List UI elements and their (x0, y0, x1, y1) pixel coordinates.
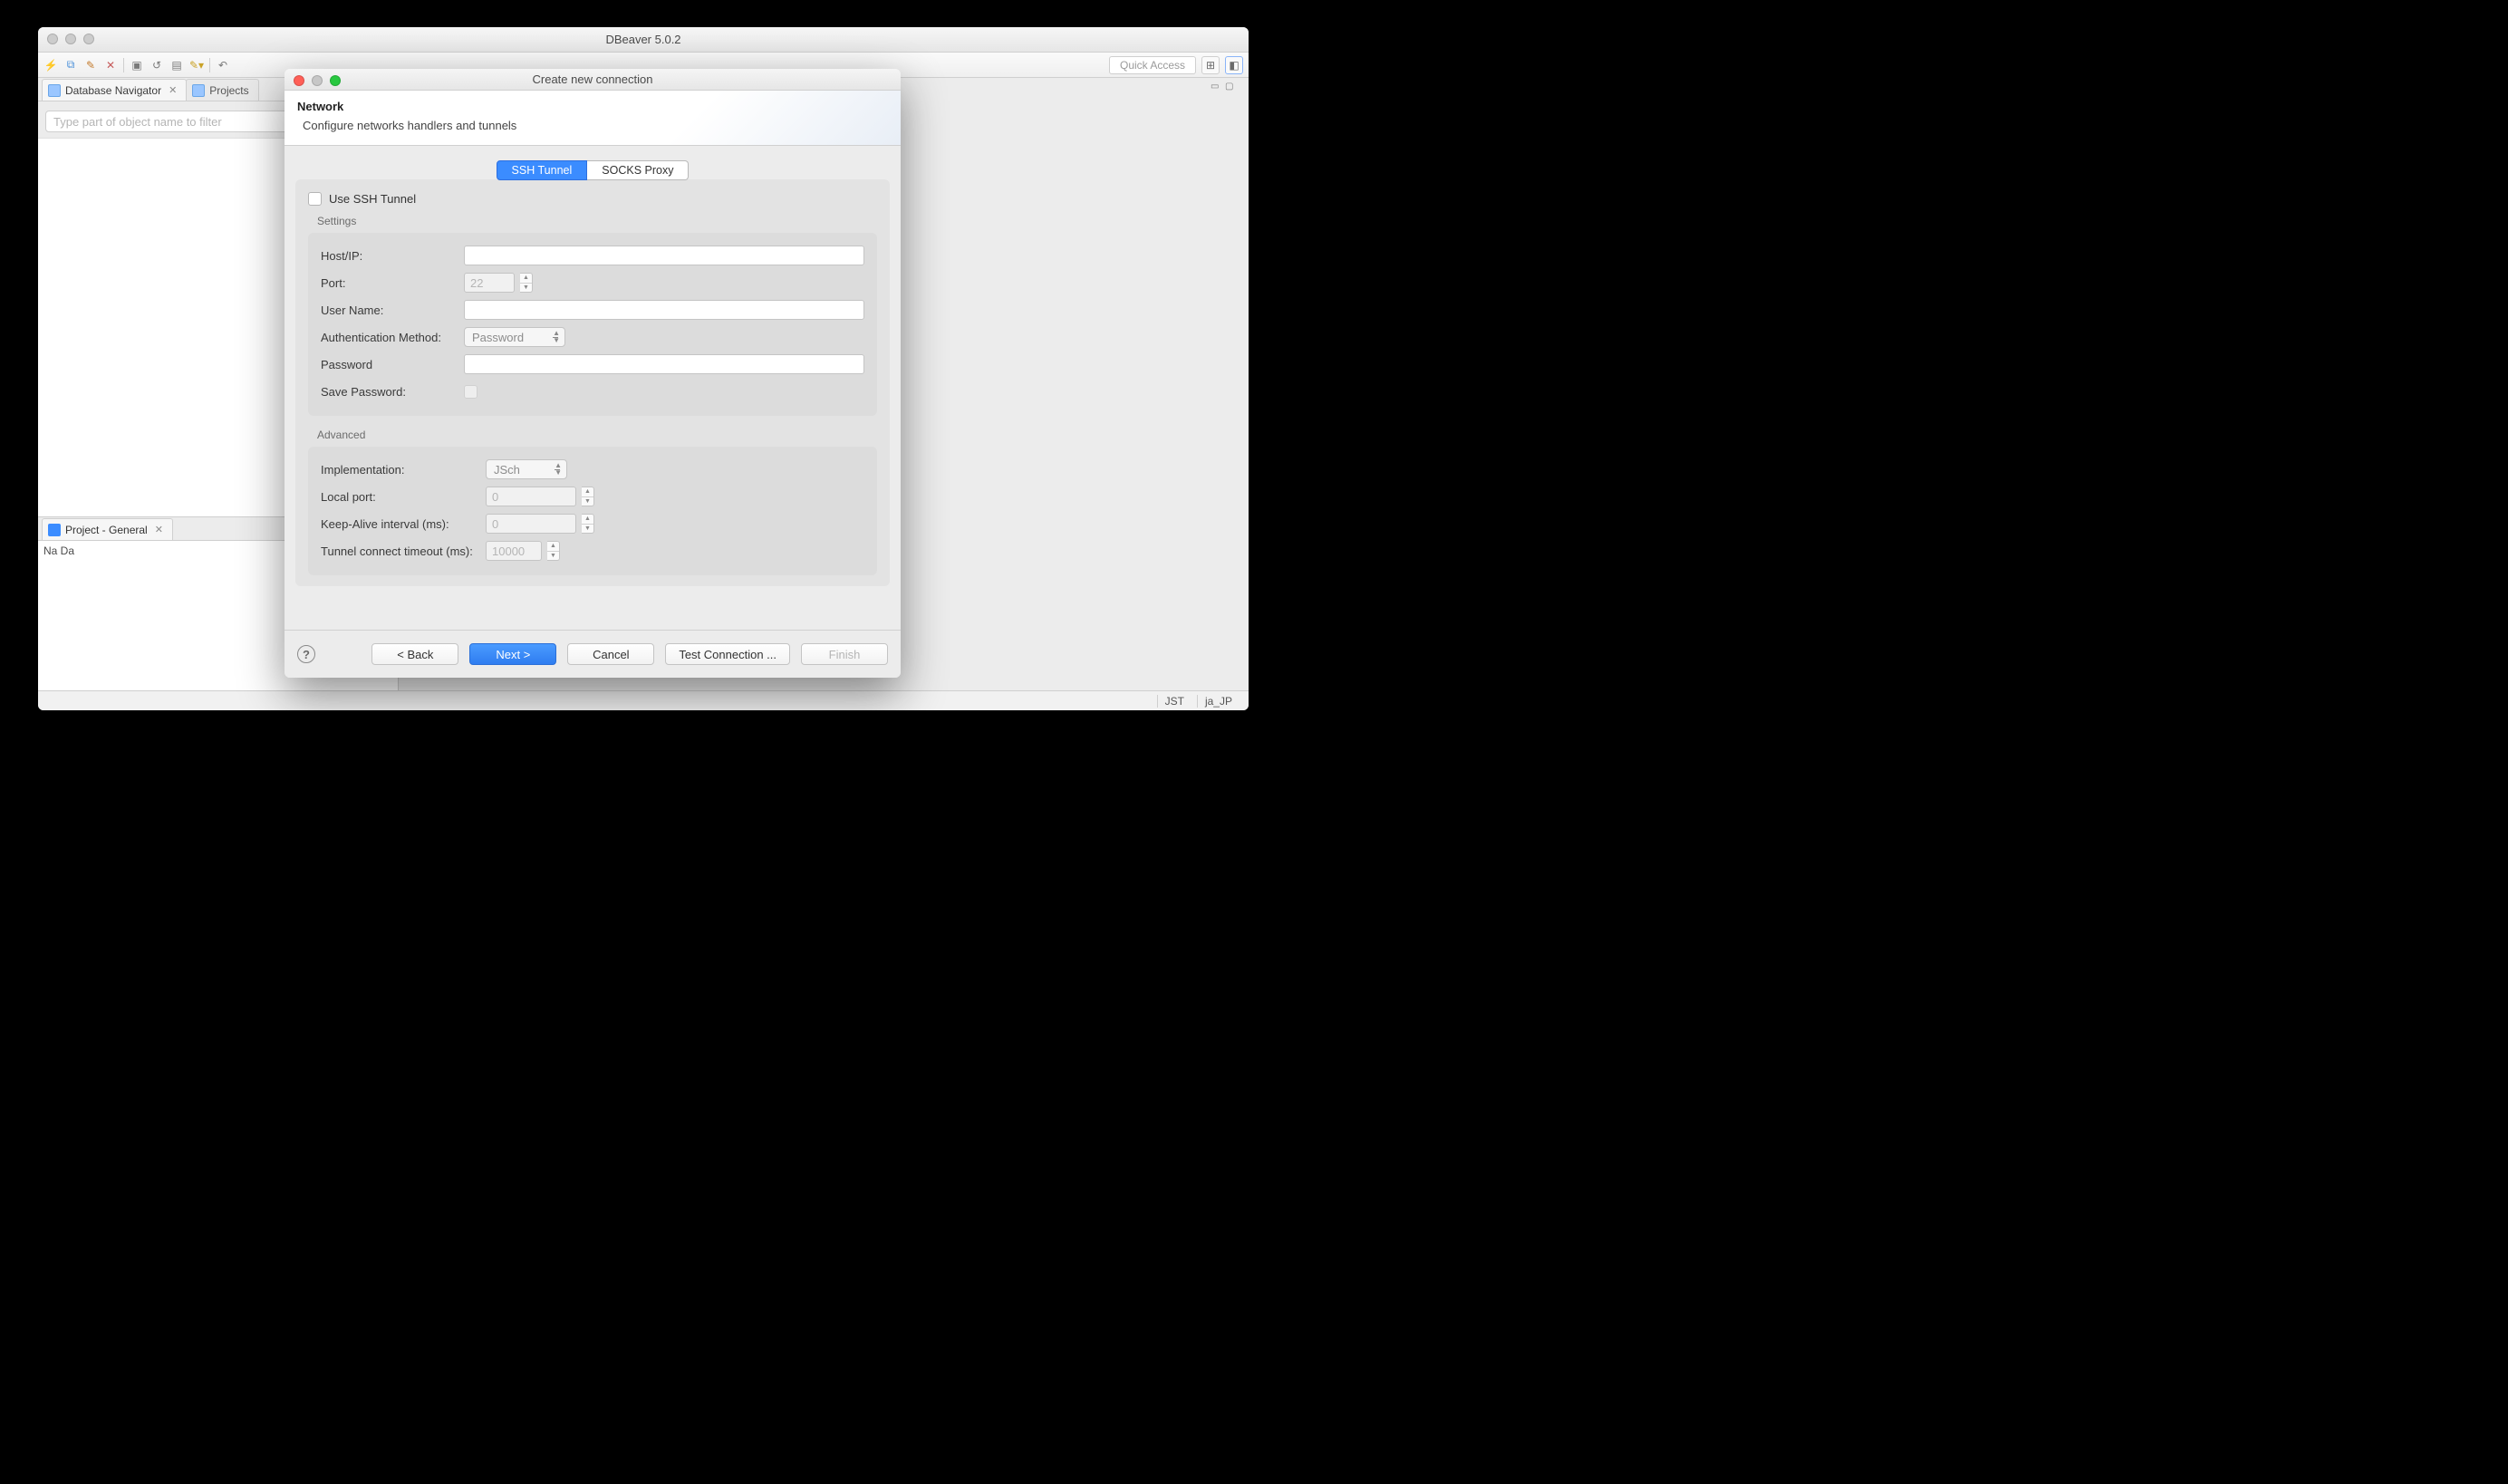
local-port-input[interactable] (486, 487, 576, 506)
help-icon[interactable]: ? (297, 645, 315, 663)
app-title: DBeaver 5.0.2 (605, 33, 680, 46)
tab-socks-proxy[interactable]: SOCKS Proxy (587, 160, 689, 180)
dialog-header: Network Configure networks handlers and … (285, 91, 901, 146)
app-titlebar: DBeaver 5.0.2 (38, 27, 1249, 53)
status-bar: JST ja_JP (38, 690, 1249, 710)
advanced-group: Implementation: JSch ▲ ▼ Local port: ▲▼ … (308, 447, 877, 575)
quick-access-input[interactable]: Quick Access (1109, 56, 1196, 74)
keepalive-input[interactable] (486, 514, 576, 534)
local-port-label: Local port: (321, 490, 477, 504)
undo-icon[interactable]: ↶ (216, 58, 230, 72)
maximize-view-icon[interactable]: ▢ (1225, 82, 1236, 92)
perspective-dbeaver-icon[interactable]: ◧ (1225, 56, 1243, 74)
group-advanced-label: Advanced (317, 429, 877, 441)
timeout-stepper[interactable]: ▲▼ (547, 541, 560, 561)
save-password-label: Save Password: (321, 385, 455, 399)
host-input[interactable] (464, 246, 864, 265)
test-connection-button[interactable]: Test Connection ... (665, 643, 790, 665)
connection-wizard-dialog: Create new connection Network Configure … (285, 69, 901, 678)
user-input[interactable] (464, 300, 864, 320)
status-locale: ja_JP (1197, 695, 1240, 708)
port-input[interactable] (464, 273, 515, 293)
rollback-icon[interactable]: ↺ (150, 58, 164, 72)
minimize-icon (312, 75, 323, 86)
status-timezone: JST (1157, 695, 1191, 708)
keepalive-stepper[interactable]: ▲▼ (582, 514, 594, 534)
dialog-titlebar: Create new connection (285, 69, 901, 91)
port-label: Port: (321, 276, 455, 290)
back-button[interactable]: < Back (371, 643, 458, 665)
tab-ssh-tunnel[interactable]: SSH Tunnel (497, 160, 588, 180)
zoom-icon[interactable] (330, 75, 341, 86)
tab-label: Project - General (65, 524, 148, 536)
project-icon (48, 524, 61, 536)
user-label: User Name: (321, 304, 455, 317)
close-icon[interactable]: ✕ (155, 524, 163, 535)
host-label: Host/IP: (321, 249, 455, 263)
timeout-input[interactable] (486, 541, 542, 561)
minimize-view-icon[interactable]: ▭ (1211, 82, 1221, 92)
auth-method-select[interactable]: Password ▲ ▼ (464, 327, 565, 347)
tab-projects[interactable]: Projects (186, 79, 258, 101)
commit-icon[interactable]: ▣ (130, 58, 144, 72)
script-icon[interactable]: ✎▾ (189, 58, 204, 72)
dialog-section-title: Network (297, 100, 888, 113)
cancel-button[interactable]: Cancel (567, 643, 654, 665)
timeout-label: Tunnel connect timeout (ms): (321, 544, 477, 558)
perspective-open-icon[interactable]: ⊞ (1201, 56, 1220, 74)
database-icon (48, 84, 61, 97)
disconnect-icon[interactable]: ✕ (103, 58, 118, 72)
implementation-value: JSch (494, 463, 520, 477)
auth-method-value: Password (472, 331, 524, 344)
tab-label: Projects (209, 84, 248, 97)
password-input[interactable] (464, 354, 864, 374)
close-icon[interactable]: ✕ (169, 84, 177, 96)
chevron-down-icon: ▼ (555, 469, 562, 477)
minimize-icon[interactable] (65, 34, 76, 44)
password-label: Password (321, 358, 455, 371)
local-port-stepper[interactable]: ▲▼ (582, 487, 594, 506)
folder-icon (192, 84, 205, 97)
use-ssh-label: Use SSH Tunnel (329, 192, 416, 206)
project-columns: Na Da (43, 544, 74, 557)
settings-group: Host/IP: Port: ▲▼ User Name: Authenticat… (308, 233, 877, 416)
plug-icon[interactable]: ⚡ (43, 58, 58, 72)
keepalive-label: Keep-Alive interval (ms): (321, 517, 477, 531)
network-tabs: SSH Tunnel SOCKS Proxy (295, 160, 890, 180)
use-ssh-checkbox[interactable] (308, 192, 322, 206)
chevron-up-icon: ▲ (555, 462, 562, 469)
auth-label: Authentication Method: (321, 331, 455, 344)
new-sql-icon[interactable]: ✎ (83, 58, 98, 72)
window-controls[interactable] (47, 34, 94, 44)
close-icon[interactable] (294, 75, 304, 86)
zoom-icon[interactable] (83, 34, 94, 44)
dialog-footer: ? < Back Next > Cancel Test Connection .… (285, 630, 901, 678)
port-stepper[interactable]: ▲▼ (520, 273, 533, 293)
close-icon[interactable] (47, 34, 58, 44)
finish-button: Finish (801, 643, 888, 665)
tab-database-navigator[interactable]: Database Navigator ✕ (42, 79, 187, 101)
new-connection-icon[interactable]: ⧉ (63, 58, 78, 72)
save-password-checkbox[interactable] (464, 385, 477, 399)
txn-icon[interactable]: ▤ (169, 58, 184, 72)
chevron-down-icon: ▼ (553, 337, 560, 344)
tab-project-general[interactable]: Project - General ✕ (42, 518, 173, 540)
ssh-panel: Use SSH Tunnel Settings Host/IP: Port: ▲… (295, 179, 890, 586)
dialog-window-controls[interactable] (294, 75, 341, 86)
tab-label: Database Navigator (65, 84, 161, 97)
dialog-title: Create new connection (533, 72, 653, 86)
group-settings-label: Settings (317, 215, 877, 227)
impl-label: Implementation: (321, 463, 477, 477)
implementation-select[interactable]: JSch ▲ ▼ (486, 459, 567, 479)
chevron-up-icon: ▲ (553, 330, 560, 337)
dialog-section-desc: Configure networks handlers and tunnels (297, 119, 888, 132)
next-button[interactable]: Next > (469, 643, 556, 665)
